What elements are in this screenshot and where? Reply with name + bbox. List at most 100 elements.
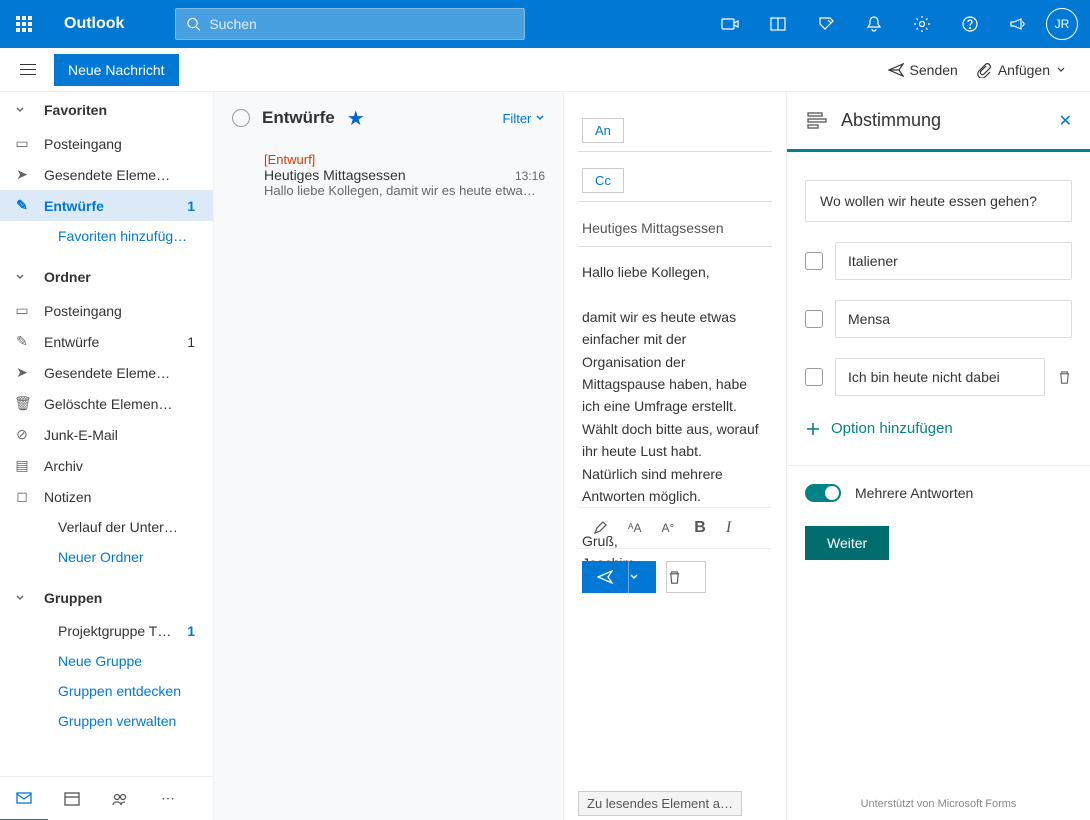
archive-icon: ▤ bbox=[14, 457, 30, 474]
message-item[interactable]: [Entwurf] Heutiges Mittagsessen 13:16 Ha… bbox=[214, 144, 563, 208]
more-module[interactable]: ⋯ bbox=[144, 790, 192, 807]
mail-module[interactable] bbox=[0, 777, 48, 820]
add-option-label: Option hinzufügen bbox=[831, 420, 953, 437]
search-box[interactable] bbox=[175, 8, 525, 40]
app-launcher[interactable] bbox=[0, 0, 48, 48]
reading-pane-footer[interactable]: Zu lesendes Element a… bbox=[578, 791, 742, 816]
option-checkbox[interactable] bbox=[805, 252, 823, 270]
chevron-down-icon bbox=[14, 592, 26, 604]
sidebar-item-drafts[interactable]: ✎Entwürfe1 bbox=[0, 190, 213, 221]
sidebar-item-group[interactable]: Projektgruppe T…1 bbox=[0, 616, 213, 646]
filter-button[interactable]: Filter bbox=[502, 111, 545, 126]
new-message-button[interactable]: Neue Nachricht bbox=[54, 54, 179, 86]
meet-now-icon[interactable] bbox=[754, 0, 802, 48]
search-input[interactable] bbox=[209, 16, 514, 32]
calendar-module[interactable] bbox=[48, 790, 96, 808]
favorite-star-icon[interactable]: ★ bbox=[347, 106, 365, 131]
sidebar-item-sent[interactable]: ➤Gesendete Eleme… bbox=[0, 159, 213, 190]
send-icon bbox=[888, 62, 904, 78]
sidebar-item-sent-2[interactable]: ➤Gesendete Eleme… bbox=[0, 357, 213, 388]
subject-field[interactable]: Heutiges Mittagsessen bbox=[578, 210, 772, 247]
sidebar-item-new-folder[interactable]: Neuer Ordner bbox=[0, 542, 213, 572]
attach-label: Anfügen bbox=[998, 62, 1050, 78]
sidebar-item-history[interactable]: Verlauf der Unter… bbox=[0, 512, 213, 542]
cc-button[interactable]: Cc bbox=[582, 168, 624, 193]
forms-footer: Unterstützt von Microsoft Forms bbox=[805, 788, 1072, 820]
favorites-header[interactable]: Favoriten bbox=[0, 92, 213, 128]
highlight-icon[interactable] bbox=[592, 520, 608, 536]
select-all[interactable] bbox=[232, 109, 250, 127]
poll-option: Italiener bbox=[805, 242, 1072, 280]
sidebar-item-add-favorite[interactable]: Favoriten hinzufüg… bbox=[0, 221, 213, 251]
people-module[interactable] bbox=[96, 790, 144, 808]
plus-icon bbox=[805, 421, 821, 437]
compose-pane: An Cc Heutiges Mittagsessen Hallo liebe … bbox=[564, 92, 786, 820]
add-option-button[interactable]: Option hinzufügen bbox=[805, 420, 1072, 437]
sidebar-item-discover-groups[interactable]: Gruppen entdecken bbox=[0, 676, 213, 706]
chevron-down-icon bbox=[1056, 65, 1066, 75]
next-button[interactable]: Weiter bbox=[805, 526, 889, 560]
groups-header[interactable]: Gruppen bbox=[0, 580, 213, 616]
sidebar-item-inbox-2[interactable]: ▭Posteingang bbox=[0, 295, 213, 326]
inbox-icon: ▭ bbox=[14, 302, 30, 319]
message-body[interactable]: Hallo liebe Kollegen, damit wir es heute… bbox=[578, 247, 772, 507]
send-button[interactable]: Senden bbox=[888, 62, 958, 78]
delete-option-icon[interactable] bbox=[1057, 370, 1072, 385]
message-subject: Heutiges Mittagsessen bbox=[264, 167, 406, 183]
help-icon[interactable] bbox=[946, 0, 994, 48]
italic-icon[interactable]: I bbox=[726, 519, 731, 537]
send-dropdown[interactable] bbox=[628, 561, 656, 593]
close-icon[interactable]: ✕ bbox=[1059, 111, 1072, 131]
send-main-button[interactable] bbox=[582, 561, 628, 593]
sidebar-item-drafts-2[interactable]: ✎Entwürfe1 bbox=[0, 326, 213, 357]
option-checkbox[interactable] bbox=[805, 310, 823, 328]
draft-badge: [Entwurf] bbox=[264, 152, 545, 167]
message-time: 13:16 bbox=[515, 169, 545, 183]
to-button[interactable]: An bbox=[582, 118, 624, 143]
option-input[interactable]: Mensa bbox=[835, 300, 1072, 338]
module-rail: ⋯ bbox=[0, 776, 213, 820]
sidebar-item-inbox[interactable]: ▭Posteingang bbox=[0, 128, 213, 159]
sidebar-item-notes[interactable]: ◻Notizen bbox=[0, 481, 213, 512]
message-preview: Hallo liebe Kollegen, damit wir es heute… bbox=[264, 183, 545, 198]
chevron-down-icon bbox=[14, 271, 26, 283]
my-day-icon[interactable] bbox=[802, 0, 850, 48]
app-name: Outlook bbox=[48, 15, 140, 33]
attach-button[interactable]: Anfügen bbox=[976, 62, 1066, 78]
drafts-icon: ✎ bbox=[14, 197, 30, 214]
sidebar-item-junk[interactable]: ⊘Junk-E-Mail bbox=[0, 419, 213, 450]
favorites-title: Favoriten bbox=[44, 102, 107, 118]
option-input[interactable]: Italiener bbox=[835, 242, 1072, 280]
sidebar-item-deleted[interactable]: 🗑Gelöschte Elemen… bbox=[0, 388, 213, 419]
teams-call-icon[interactable] bbox=[706, 0, 754, 48]
discard-button[interactable] bbox=[666, 561, 706, 593]
sent-icon: ➤ bbox=[14, 364, 30, 381]
inbox-icon: ▭ bbox=[14, 135, 30, 152]
account-avatar[interactable]: JR bbox=[1046, 8, 1078, 40]
font-size-icon[interactable]: A° bbox=[661, 521, 674, 535]
chevron-down-icon bbox=[14, 104, 26, 116]
bold-icon[interactable]: B bbox=[694, 519, 706, 537]
option-input[interactable]: Ich bin heute nicht dabei bbox=[835, 358, 1045, 396]
font-icon[interactable]: ᴬA bbox=[628, 521, 641, 535]
megaphone-icon[interactable] bbox=[994, 0, 1042, 48]
poll-panel: Abstimmung ✕ Wo wollen wir heute essen g… bbox=[786, 92, 1090, 820]
folder-title: Entwürfe bbox=[262, 108, 335, 128]
notifications-icon[interactable] bbox=[850, 0, 898, 48]
sidebar-item-new-group[interactable]: Neue Gruppe bbox=[0, 646, 213, 676]
sent-icon: ➤ bbox=[14, 166, 30, 183]
option-checkbox[interactable] bbox=[805, 368, 823, 386]
poll-question[interactable]: Wo wollen wir heute essen gehen? bbox=[805, 180, 1072, 222]
settings-icon[interactable] bbox=[898, 0, 946, 48]
trash-icon: 🗑 bbox=[14, 395, 30, 412]
sidebar-item-manage-groups[interactable]: Gruppen verwalten bbox=[0, 706, 213, 736]
multi-answer-toggle[interactable] bbox=[805, 484, 841, 502]
notes-icon: ◻ bbox=[14, 488, 30, 505]
nav-toggle[interactable] bbox=[8, 50, 48, 90]
poll-option: Ich bin heute nicht dabei bbox=[805, 358, 1072, 396]
drafts-icon: ✎ bbox=[14, 333, 30, 350]
folders-header[interactable]: Ordner bbox=[0, 259, 213, 295]
send-label: Senden bbox=[910, 62, 958, 78]
attach-icon bbox=[976, 62, 992, 78]
sidebar-item-archive[interactable]: ▤Archiv bbox=[0, 450, 213, 481]
